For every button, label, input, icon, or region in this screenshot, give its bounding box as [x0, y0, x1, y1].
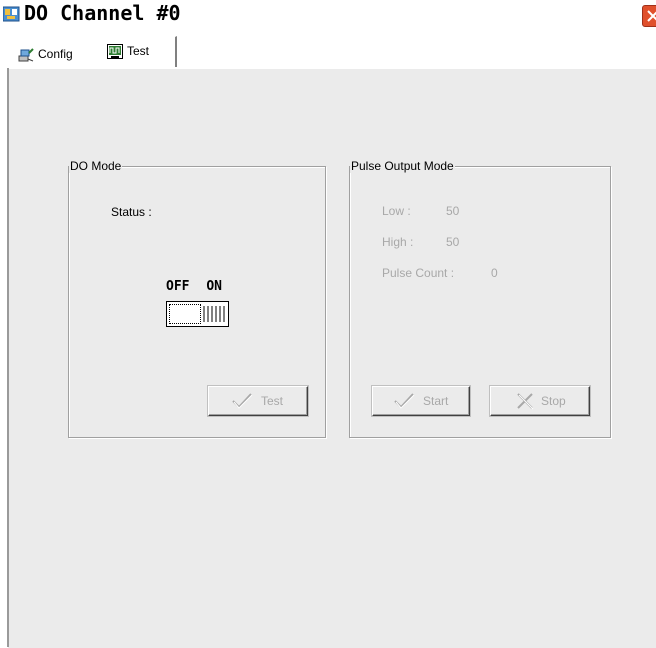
high-value: 50: [446, 235, 460, 249]
app-icon: [2, 6, 20, 22]
toggle-thumb[interactable]: [202, 304, 226, 324]
toggle-off-label: OFF: [166, 279, 190, 294]
tab-config-label: Config: [38, 47, 73, 61]
stop-button-label: Stop: [541, 394, 566, 408]
high-label: High :: [382, 235, 414, 249]
close-button[interactable]: [642, 5, 656, 27]
toggle-labels: OFF ON: [166, 279, 222, 294]
tab-test[interactable]: Test: [98, 36, 177, 67]
tab-config[interactable]: Config: [12, 42, 96, 64]
cross-icon: [515, 392, 535, 413]
start-button[interactable]: Start: [372, 386, 470, 416]
toggle-track: [169, 304, 201, 324]
do-toggle-switch[interactable]: [166, 301, 229, 327]
pulse-count-label: Pulse Count :: [382, 266, 455, 280]
tab-test-label: Test: [127, 44, 150, 58]
toggle-on-label: ON: [206, 279, 222, 294]
start-button-label: Start: [423, 394, 449, 408]
test-button[interactable]: Test: [208, 386, 308, 416]
pulse-count-value: 0: [491, 266, 498, 280]
waveform-icon: [107, 44, 123, 60]
checkmark-icon: [231, 392, 253, 413]
status-label: Status :: [111, 205, 152, 219]
do-mode-legend: DO Mode: [69, 159, 123, 173]
test-button-label: Test: [261, 394, 284, 408]
checkmark-icon: [393, 392, 415, 413]
close-icon: [647, 10, 656, 22]
title-bar: DO Channel #0: [0, 0, 656, 29]
low-value: 50: [446, 204, 460, 218]
window-title: DO Channel #0: [24, 1, 181, 25]
stop-button[interactable]: Stop: [490, 386, 590, 416]
panel-border: [7, 68, 9, 647]
pulse-output-mode-legend: Pulse Output Mode: [350, 159, 455, 173]
network-config-icon: [18, 47, 34, 63]
low-label: Low :: [382, 204, 411, 218]
